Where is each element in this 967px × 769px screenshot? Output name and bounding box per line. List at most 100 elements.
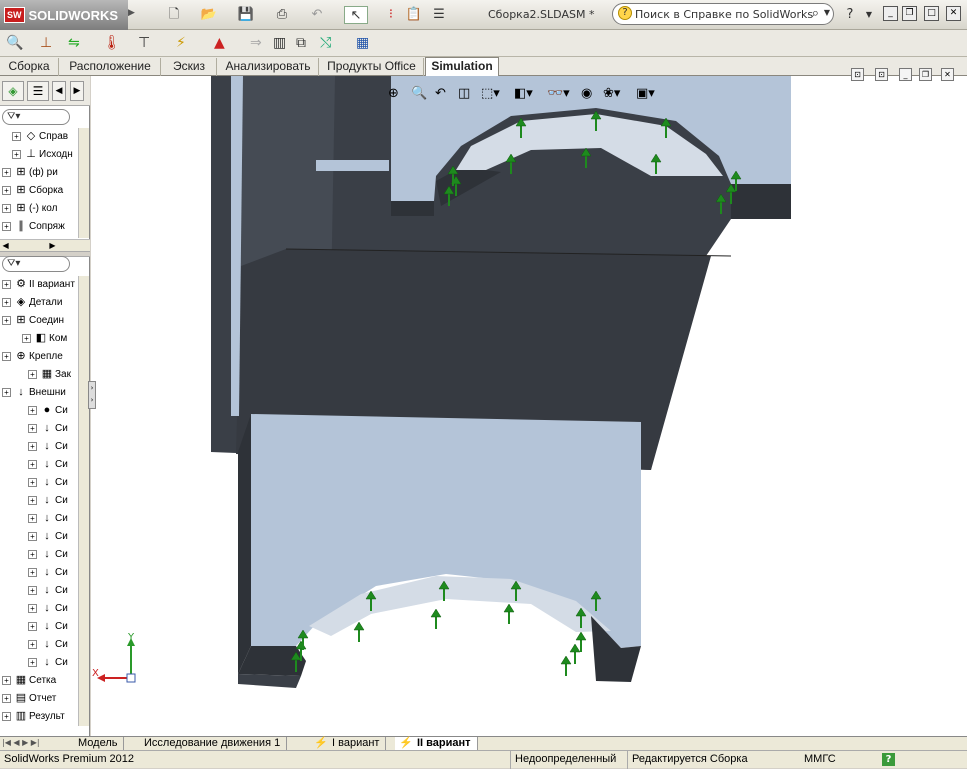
viewport-expand-icon[interactable]: ⊡ <box>851 68 864 81</box>
tree-item[interactable]: + ↓ Си <box>2 546 86 563</box>
tab-simulation[interactable]: Simulation <box>425 57 499 77</box>
horizontal-scrollbar[interactable]: ◀ ▶ <box>0 239 90 251</box>
design-study-icon[interactable]: ⤭ <box>320 33 331 53</box>
expand-icon[interactable]: + <box>28 441 37 451</box>
open-folder-icon[interactable]: 📂 <box>200 6 218 24</box>
tree-item[interactable]: + ↓ Си <box>2 510 86 527</box>
tree-item[interactable]: + ⊞ (ф) ри <box>2 164 86 181</box>
file-properties-icon[interactable]: 📋 <box>405 6 423 24</box>
save-icon[interactable]: 💾 <box>237 6 255 24</box>
viewport-restore-icon[interactable]: ❐ <box>919 68 932 81</box>
fastener-icon[interactable]: ⊤ <box>138 33 150 53</box>
minimize-icon[interactable]: _ <box>883 6 898 21</box>
tree-item[interactable]: + ↓ Си <box>2 528 86 545</box>
tree-item[interactable]: + ◧ Ком <box>2 330 86 347</box>
graphics-area[interactable]: Y X ⊕ 🔍 ↶ ◫ ⬚▾ ◧▾ 👓▾ ◉ ❀▾ ▣▾ ⊡ ⊡ _ ❐ ✕ <box>91 68 967 736</box>
expand-icon[interactable]: + <box>2 279 11 289</box>
tree-item[interactable]: + ↓ Си <box>2 456 86 473</box>
tab-assembly[interactable]: Сборка <box>0 58 59 76</box>
viewport-minimize-icon[interactable]: _ <box>899 68 912 81</box>
tab-left-arrow-icon[interactable]: ◀ <box>52 81 66 101</box>
expand-icon[interactable]: + <box>28 585 37 595</box>
expand-icon[interactable]: + <box>2 203 11 213</box>
options-icon[interactable]: ☰ <box>430 6 448 24</box>
tree-item[interactable]: + ↓ Си <box>2 492 86 509</box>
tab-layout[interactable]: Расположение <box>60 58 161 76</box>
expand-icon[interactable]: + <box>2 221 11 231</box>
fixture-icon[interactable]: ⊥ <box>40 33 52 53</box>
study-icon[interactable]: 🔍 <box>6 33 23 53</box>
tab-motion-study[interactable]: Исследование движения 1 <box>138 737 288 751</box>
tab-study-1[interactable]: ⚡ I вариант <box>310 737 387 751</box>
tree-item[interactable]: + ∥ Сопряж <box>2 218 86 235</box>
plot-icon[interactable]: ⧉ <box>296 33 306 53</box>
tree-scrollbar[interactable] <box>78 128 89 238</box>
help-icon[interactable]: ? <box>882 753 895 766</box>
tree-item[interactable]: + ◇ Справ <box>2 128 86 145</box>
view-orientation-icon[interactable]: ⬚▾ <box>481 84 500 104</box>
expand-icon[interactable]: + <box>22 333 31 343</box>
expand-icon[interactable]: + <box>2 351 11 361</box>
expand-icon[interactable]: + <box>2 693 11 703</box>
expand-icon[interactable]: + <box>28 477 37 487</box>
expand-icon[interactable]: + <box>28 423 37 433</box>
connection-icon[interactable]: ⇋ <box>68 33 80 53</box>
menu-arrow-icon[interactable]: ▶ <box>128 8 135 18</box>
tree-item[interactable]: + ▤ Отчет <box>2 690 86 707</box>
section-view-icon[interactable]: ◫ <box>458 84 470 104</box>
expand-icon[interactable]: + <box>2 711 11 721</box>
tree-item[interactable]: + ↓ Си <box>2 564 86 581</box>
expand-icon[interactable]: + <box>28 459 37 469</box>
results-icon[interactable]: ▲ <box>214 33 225 53</box>
tree-item[interactable]: + ⊞ (-) кол <box>2 200 86 217</box>
tree-item[interactable]: + ⊞ Сборка <box>2 182 86 199</box>
restore-icon[interactable]: ❐ <box>902 6 917 21</box>
tree-item[interactable]: + ↓ Си <box>2 618 86 635</box>
undo-icon[interactable]: ↶ <box>308 6 326 24</box>
tree-item[interactable]: + ↓ Си <box>2 654 86 671</box>
maximize-icon[interactable]: □ <box>924 6 939 21</box>
collapse-panel-handle[interactable]: › › <box>88 381 96 409</box>
simulation-advisor-icon[interactable]: ▦ <box>356 33 369 53</box>
chevron-down-icon[interactable]: ▼ <box>864 6 874 24</box>
zoom-area-icon[interactable]: 🔍 <box>411 84 427 104</box>
expand-icon[interactable]: + <box>2 387 11 397</box>
report-icon[interactable]: ▥ <box>273 33 286 53</box>
tree-item[interactable]: + ↓ Си <box>2 582 86 599</box>
status-units[interactable]: ММГС <box>800 751 860 769</box>
tab-office-products[interactable]: Продукты Office <box>320 58 424 76</box>
help-search-input[interactable]: ? Поиск в Справке по SolidWorks ⌕ ▼ <box>612 3 834 25</box>
expand-icon[interactable]: + <box>28 495 37 505</box>
scene-icon[interactable]: ❀▾ <box>603 84 620 104</box>
appearance-icon[interactable]: ◉ <box>581 84 592 104</box>
property-manager-tab-icon[interactable]: ☰ <box>27 81 49 101</box>
tree-item[interactable]: + ↓ Си <box>2 600 86 617</box>
tree-item[interactable]: + ↓ Си <box>2 420 86 437</box>
tab-sketch[interactable]: Эскиз <box>162 58 217 76</box>
tree-item[interactable]: + ↓ Си <box>2 474 86 491</box>
expand-icon[interactable]: + <box>28 657 37 667</box>
tree-item[interactable]: + ● Си <box>2 402 86 419</box>
tree-item[interactable]: + ↓ Си <box>2 438 86 455</box>
thermal-icon[interactable]: 🌡 <box>103 33 121 53</box>
solidworks-logo[interactable]: SW SOLIDWORKS <box>0 0 128 30</box>
display-style-icon[interactable]: ◧▾ <box>514 84 533 104</box>
print-icon[interactable]: ⎙ <box>273 6 291 24</box>
expand-icon[interactable]: + <box>2 167 11 177</box>
tree-item[interactable]: + ⚙ II вариант <box>2 276 86 293</box>
expand-icon[interactable]: + <box>2 185 11 195</box>
expand-icon[interactable]: + <box>12 149 21 159</box>
compare-icon[interactable]: ⇒ <box>250 33 262 53</box>
chevron-down-icon[interactable]: ▼ <box>824 8 830 17</box>
feature-tree-tab-icon[interactable]: ◈ <box>2 81 24 101</box>
expand-icon[interactable]: + <box>2 297 11 307</box>
tree-item[interactable]: + ⊞ Соедин <box>2 312 86 329</box>
tree-item[interactable]: + ◈ Детали <box>2 294 86 311</box>
tab-right-arrow-icon[interactable]: ▶ <box>70 81 84 101</box>
expand-icon[interactable]: + <box>12 131 21 141</box>
tab-evaluate[interactable]: Анализировать <box>218 58 319 76</box>
rebuild-light-icon[interactable]: ⁝ <box>385 6 397 24</box>
expand-icon[interactable]: + <box>28 603 37 613</box>
expand-icon[interactable]: + <box>28 621 37 631</box>
tree-item[interactable]: + ▦ Сетка <box>2 672 86 689</box>
